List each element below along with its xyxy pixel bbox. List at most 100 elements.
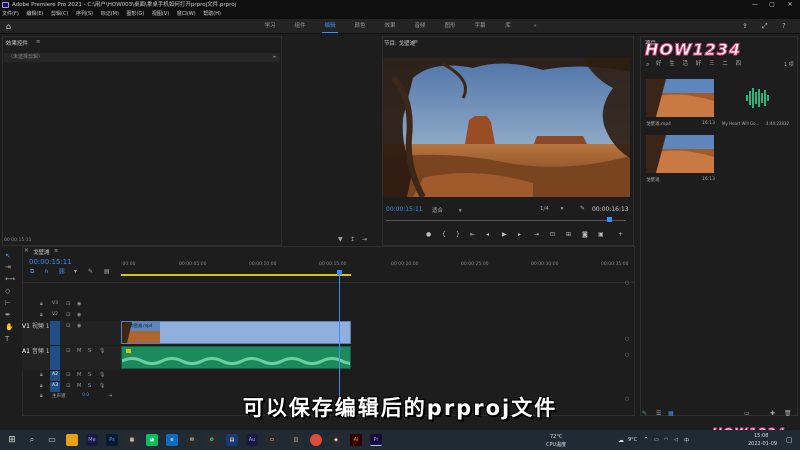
- menu-file[interactable]: 文件(F): [2, 10, 19, 19]
- menu-graphics[interactable]: 图形(G): [127, 10, 145, 19]
- track-select-icon[interactable]: ⇥: [5, 263, 11, 271]
- menu-view[interactable]: 视图(V): [152, 10, 169, 19]
- tab-captions[interactable]: 字幕: [468, 19, 492, 34]
- linked-selection-icon[interactable]: ⛓: [58, 268, 66, 275]
- lock-icon[interactable]: 🔒︎: [40, 301, 43, 307]
- maximize-button[interactable]: ▢: [767, 0, 777, 10]
- close-sequence-icon[interactable]: ✕: [24, 248, 29, 254]
- video-clip[interactable]: 戈壁滩.mp4: [121, 321, 351, 344]
- chevron-right-icon[interactable]: ▸: [273, 53, 276, 62]
- step-back-icon[interactable]: ◂: [486, 231, 489, 238]
- project-item-thumbnail[interactable]: [646, 79, 714, 117]
- tab-editing[interactable]: 编辑: [318, 19, 342, 34]
- sync-lock-icon[interactable]: ⊡: [66, 348, 70, 354]
- add-marker-icon[interactable]: ▾: [74, 268, 77, 275]
- wechat-icon[interactable]: ◕: [146, 434, 158, 446]
- panel-menu-icon[interactable]: ≡: [54, 248, 58, 254]
- program-timebar[interactable]: [386, 217, 626, 223]
- ripple-edit-icon[interactable]: ⟷: [5, 275, 15, 283]
- tab-graphics[interactable]: 图形: [438, 19, 462, 34]
- program-current-timecode[interactable]: 00:00:15:11: [386, 206, 423, 213]
- photos-icon[interactable]: ◫: [290, 434, 302, 446]
- mail-icon[interactable]: ✉: [186, 434, 198, 446]
- lock-icon[interactable]: 🔒︎: [40, 383, 43, 389]
- premiere-taskbar-icon[interactable]: Pr: [370, 434, 382, 446]
- cloud-icon[interactable]: ☁: [618, 437, 624, 444]
- tab-assembly[interactable]: 组件: [288, 19, 312, 34]
- menu-marker[interactable]: 标记(M): [101, 10, 119, 19]
- lock-icon[interactable]: 🔒︎: [40, 348, 43, 354]
- chrome-icon[interactable]: [310, 434, 322, 446]
- panel-menu-icon[interactable]: ≡: [36, 39, 40, 45]
- timeline-playhead-handle[interactable]: [337, 270, 342, 275]
- slip-icon[interactable]: ⊢: [5, 299, 11, 307]
- comparison-view-icon[interactable]: ▣: [598, 231, 604, 238]
- sync-lock-icon[interactable]: ⊡: [66, 372, 70, 378]
- settings-icon[interactable]: ⚙: [206, 434, 218, 446]
- notification-icon[interactable]: ▢: [786, 436, 793, 444]
- export-frame-icon[interactable]: ↥: [350, 236, 355, 243]
- timeline-playhead[interactable]: [339, 270, 340, 410]
- audio-clip[interactable]: [121, 346, 351, 369]
- chevron-up-icon[interactable]: ^: [644, 437, 648, 443]
- scroll-handle[interactable]: ○: [625, 336, 629, 342]
- app-icon[interactable]: ◈: [330, 434, 342, 446]
- jump-icon[interactable]: ⇥: [362, 236, 367, 243]
- lock-icon[interactable]: 🔒︎: [40, 372, 43, 378]
- battery-icon[interactable]: ▭: [654, 437, 659, 443]
- tab-color[interactable]: 颜色: [348, 19, 372, 34]
- quick-export-icon[interactable]: ⇪: [742, 22, 748, 30]
- sync-lock-icon[interactable]: ⊡: [66, 323, 70, 329]
- wrench-icon[interactable]: ✎: [580, 205, 585, 212]
- sync-lock-icon[interactable]: ⊡: [66, 301, 70, 307]
- file-explorer-icon[interactable]: [66, 434, 78, 446]
- sync-lock-icon[interactable]: ⊡: [66, 383, 70, 389]
- program-monitor-title[interactable]: 节目: 戈壁滩: [384, 39, 415, 47]
- clock-time[interactable]: 15:08: [754, 433, 768, 439]
- language-icon[interactable]: 中: [684, 437, 689, 444]
- add-button-icon[interactable]: +: [618, 231, 623, 238]
- more-workspaces-icon[interactable]: »: [530, 19, 540, 34]
- network-icon[interactable]: ◠: [664, 437, 668, 443]
- microphone-icon[interactable]: 🎙︎: [99, 383, 105, 389]
- tab-audio[interactable]: 音频: [408, 19, 432, 34]
- eye-icon[interactable]: ◉: [77, 323, 81, 329]
- sequence-item-thumbnail[interactable]: [646, 135, 714, 173]
- solo-button[interactable]: S: [88, 372, 91, 378]
- media-encoder-icon[interactable]: Me: [86, 434, 98, 446]
- scroll-handle[interactable]: ○: [625, 280, 629, 286]
- snap-icon[interactable]: ∩: [44, 268, 48, 275]
- lift-icon[interactable]: ⊡: [550, 231, 555, 238]
- solo-button[interactable]: S: [88, 383, 91, 389]
- app-icon[interactable]: ▤: [226, 434, 238, 446]
- filter-icon[interactable]: ▼: [338, 236, 343, 243]
- search-icon[interactable]: ⌕: [26, 434, 38, 446]
- type-tool-icon[interactable]: T: [5, 335, 9, 343]
- audio-item-thumbnail[interactable]: [724, 79, 792, 117]
- photoshop-icon[interactable]: Ps: [106, 434, 118, 446]
- go-to-out-icon[interactable]: ⇥: [534, 231, 539, 238]
- resolution-dropdown[interactable]: 1/4 ▾: [540, 206, 563, 212]
- nest-icon[interactable]: ⧉: [30, 268, 34, 276]
- illustrator-icon[interactable]: Ai: [350, 434, 362, 446]
- pen-icon[interactable]: ✒: [5, 311, 11, 319]
- captions-icon[interactable]: ▤: [104, 268, 110, 275]
- weather-temperature[interactable]: 72°C: [550, 434, 562, 440]
- maximize-icon[interactable]: ⤢: [762, 22, 768, 31]
- windows-start-icon[interactable]: ⊞: [6, 434, 18, 446]
- wrench-icon[interactable]: ✎: [88, 268, 93, 275]
- add-marker-icon[interactable]: ●: [426, 231, 431, 238]
- close-button[interactable]: ✕: [785, 0, 795, 10]
- timeline-title[interactable]: 戈壁滩: [33, 248, 50, 256]
- timeline-timecode[interactable]: 00:00:15:11: [29, 258, 72, 266]
- menu-clip[interactable]: 剪辑(C): [51, 10, 68, 19]
- menu-sequence[interactable]: 序列(S): [76, 10, 93, 19]
- eye-icon[interactable]: ◉: [77, 312, 81, 318]
- tab-libraries[interactable]: 库: [498, 19, 518, 34]
- menu-help[interactable]: 帮助(H): [203, 10, 221, 19]
- solo-button[interactable]: S: [88, 348, 91, 354]
- lock-icon[interactable]: 🔒︎: [40, 323, 43, 329]
- camera-icon[interactable]: ◙: [582, 231, 588, 238]
- help-icon[interactable]: ?: [782, 22, 786, 30]
- task-view-icon[interactable]: ▭: [46, 434, 58, 446]
